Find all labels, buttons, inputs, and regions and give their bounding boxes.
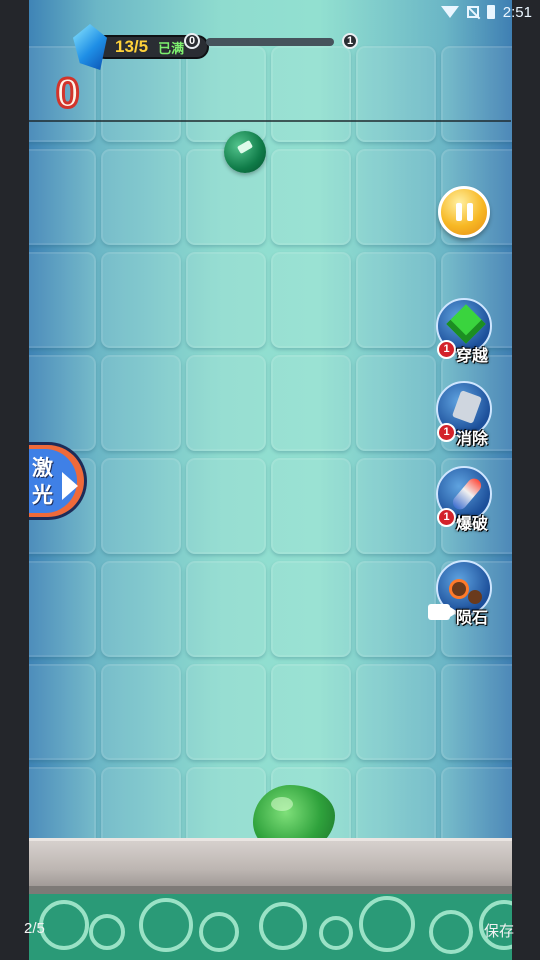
tool-pass-label: 穿越 — [456, 348, 489, 365]
board-cell — [186, 458, 266, 554]
board-cell — [271, 664, 351, 760]
board-cell — [271, 458, 351, 554]
board-cell — [356, 664, 436, 760]
cloud-swirl — [259, 902, 307, 950]
no-signal-icon — [466, 6, 479, 18]
energy-full-label: 已满 — [158, 40, 185, 56]
rocket-icon — [450, 475, 484, 513]
game-board[interactable]: 13/5 已满 0 1 0 1 穿越 1 消除 1 爆破 陨石 激光 — [29, 0, 512, 960]
score: 0 — [54, 68, 80, 117]
cloud-swirl — [89, 914, 125, 950]
board-cell — [356, 46, 436, 142]
danger-line — [29, 120, 511, 122]
board-cell — [29, 149, 96, 245]
level-current: 0 — [184, 33, 200, 49]
cloud-swirl — [39, 900, 89, 950]
level-progress-track — [206, 38, 334, 46]
battery-icon — [486, 5, 495, 19]
cleaver-icon — [451, 390, 483, 424]
tool-clear-button[interactable]: 1 消除 — [434, 381, 500, 451]
board-cell — [29, 561, 96, 657]
board-cell — [29, 664, 96, 760]
cloud-swirl — [199, 912, 239, 952]
cloud-swirl — [319, 916, 353, 950]
jade-ball-icon[interactable] — [224, 131, 266, 173]
board-cell — [271, 355, 351, 451]
cloud-swirl — [429, 910, 473, 954]
page-indicator: 2/5 — [24, 920, 45, 937]
energy-crystal-icon — [73, 24, 107, 70]
jade-glint — [236, 140, 254, 154]
board-cell — [101, 355, 181, 451]
laser-label: 激光 — [32, 457, 53, 507]
play-arrow-icon — [62, 472, 78, 500]
board-cell — [356, 561, 436, 657]
tool-blast-label: 爆破 — [456, 516, 489, 533]
tool-pass-button[interactable]: 1 穿越 — [434, 298, 500, 368]
board-cell — [441, 664, 512, 760]
tool-meteor-label: 陨石 — [456, 610, 489, 627]
tool-pass-badge: 1 — [437, 340, 456, 359]
save-button[interactable]: 保存 — [484, 920, 514, 941]
board-cell — [356, 252, 436, 348]
board-cell — [186, 355, 266, 451]
video-ad-icon — [428, 604, 458, 620]
stone-floor — [29, 838, 512, 888]
board-cell — [186, 561, 266, 657]
board-cell — [271, 561, 351, 657]
level-progress: 0 1 — [184, 33, 360, 51]
board-cell — [271, 149, 351, 245]
board-cell — [101, 458, 181, 554]
laser-inner: 激光 — [29, 449, 78, 513]
meteor-icon — [452, 582, 466, 596]
tool-clear-badge: 1 — [437, 423, 456, 442]
tool-meteor-button[interactable]: 陨石 — [428, 560, 500, 630]
wifi-icon — [440, 6, 459, 18]
tool-blast-button[interactable]: 1 爆破 — [434, 466, 500, 536]
board-cell — [186, 252, 266, 348]
tool-blast-badge: 1 — [437, 508, 456, 527]
board-cell — [356, 458, 436, 554]
board-cell — [186, 664, 266, 760]
energy-count: 13/5 — [115, 37, 149, 56]
level-next: 1 — [342, 33, 358, 49]
cloud-swirl — [359, 896, 415, 952]
board-cell — [271, 252, 351, 348]
board-cell — [101, 252, 181, 348]
green-cube-icon — [446, 304, 486, 344]
pause-bar-right — [466, 203, 473, 221]
board-cell — [101, 561, 181, 657]
board-cell — [101, 149, 181, 245]
board-cell — [29, 355, 96, 451]
board-cell — [356, 355, 436, 451]
status-time: 2:51 — [502, 3, 532, 21]
tool-clear-label: 消除 — [456, 431, 489, 448]
pause-bar-left — [455, 203, 462, 221]
board-cell — [101, 664, 181, 760]
cloud-swirl — [139, 898, 193, 952]
board-cell — [441, 46, 512, 142]
floor-shadow — [29, 886, 512, 894]
cloud-pattern — [29, 894, 512, 960]
status-bar: 2:51 — [400, 0, 540, 24]
pause-button[interactable] — [438, 186, 490, 238]
board-cell — [356, 149, 436, 245]
board-cell — [29, 252, 96, 348]
board-cell — [271, 46, 351, 142]
